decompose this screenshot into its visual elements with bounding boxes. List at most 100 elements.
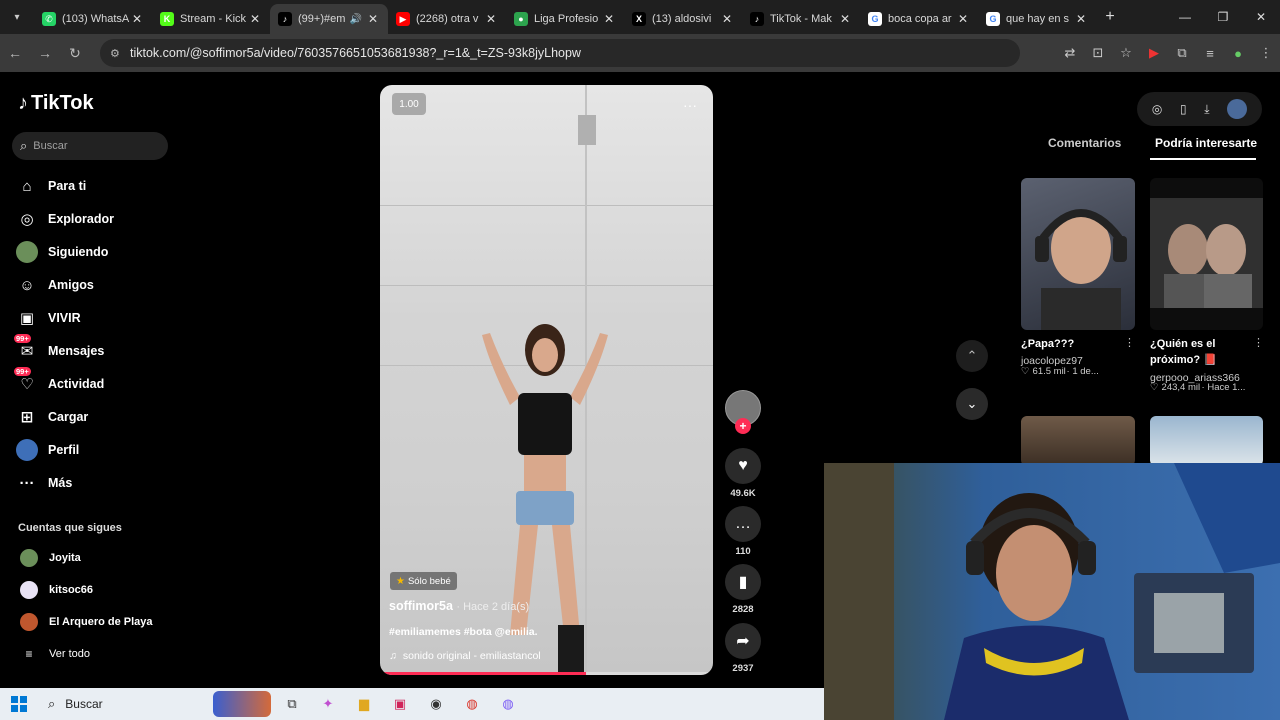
back-arrow-icon[interactable]: ← [0, 45, 30, 61]
tiktok-logo[interactable]: ♪ TikTok [18, 92, 94, 115]
chrome-profile-icon[interactable]: ◍ [490, 688, 526, 720]
close-tab-icon[interactable]: ✕ [248, 12, 262, 26]
followed-account[interactable]: kitsoc66 [20, 579, 93, 601]
recommendation-thumbnail[interactable] [1021, 416, 1135, 466]
new-tab-button[interactable]: + [1096, 8, 1124, 26]
file-explorer-icon[interactable]: ▆ [346, 688, 382, 720]
tab-search-icon[interactable]: ≡ [1196, 46, 1224, 61]
close-tab-icon[interactable]: ✕ [1074, 12, 1088, 26]
more-options-icon[interactable]: ··· [683, 97, 697, 113]
taskbar-search[interactable]: ⌕ Buscar [38, 688, 210, 720]
close-tab-icon[interactable]: ✕ [130, 12, 144, 26]
browser-tab[interactable]: K Stream - Kick ✕ [152, 4, 270, 34]
tab-recommended[interactable]: Podría interesarte [1155, 136, 1257, 150]
video-tag-pill[interactable]: ★ Sólo bebé [390, 572, 457, 590]
close-tab-icon[interactable]: ✕ [602, 12, 616, 26]
video-author[interactable]: soffimor5a · Hace 2 día(s) [389, 599, 529, 613]
recommendation-thumbnail[interactable] [1150, 416, 1263, 466]
like-button[interactable]: ♥ 49.6K [722, 448, 764, 499]
nav-item-vivir[interactable]: ▣ VIVIR [16, 305, 81, 331]
browser-tab[interactable]: ● Liga Profesio ✕ [506, 4, 624, 34]
widgets-icon[interactable] [210, 688, 274, 720]
followed-account[interactable]: Joyita [20, 547, 81, 569]
translate-icon[interactable]: ⇄ [1056, 45, 1084, 61]
close-tab-icon[interactable]: ✕ [956, 12, 970, 26]
user-avatar[interactable] [1227, 99, 1248, 119]
download-icon[interactable]: ⤓ [1204, 102, 1209, 117]
recorder-icon[interactable]: ◉ [418, 688, 454, 720]
close-tab-icon[interactable]: ✕ [366, 12, 380, 26]
recommendation-more-icon[interactable]: ⋮ [1253, 336, 1264, 349]
recommendation-thumbnail[interactable] [1150, 178, 1263, 330]
see-all-link[interactable]: ≡ Ver todo [20, 643, 90, 665]
browser-tab[interactable]: Gboca copa ar ✕ [860, 4, 978, 34]
recommendation-title[interactable]: ¿Quién es el próximo? 📕 [1150, 336, 1250, 368]
follow-plus-icon[interactable]: + [735, 418, 751, 434]
share-button[interactable]: ➦ 2937 [722, 623, 764, 674]
search-box[interactable]: ⌕ [12, 132, 168, 160]
nav-item-para-ti[interactable]: ⌂ Para ti [16, 173, 86, 199]
recommendation-more-icon[interactable]: ⋮ [1124, 336, 1135, 349]
profile-avatar-icon[interactable]: ● [1224, 46, 1252, 61]
nav-item-cargar[interactable]: ⊞ Cargar [16, 404, 89, 430]
share-arrow-icon[interactable]: ➦ [725, 623, 761, 659]
nav-item-más[interactable]: ··· Más [16, 470, 73, 496]
forward-arrow-icon[interactable]: → [30, 45, 60, 61]
comment-button[interactable]: … 110 [722, 506, 764, 557]
task-view-icon[interactable]: ⧉ [274, 688, 310, 720]
next-video-button[interactable]: ⌄ [956, 388, 988, 420]
extensions-puzzle-icon[interactable]: ⧉ [1168, 45, 1196, 61]
compass-icon[interactable]: ◎ [1152, 102, 1162, 116]
close-window-button[interactable]: ✕ [1242, 0, 1280, 34]
store-icon[interactable]: ▣ [382, 688, 418, 720]
browser-tab[interactable]: Gque hay en s ✕ [978, 4, 1096, 34]
save-button[interactable]: ▮ 2828 [722, 564, 764, 615]
address-bar[interactable]: ⚙ tiktok.com/@soffimor5a/video/760357665… [100, 39, 1020, 67]
browser-tab[interactable]: ♪ (99+)#em 🔊 ✕ [270, 4, 388, 34]
previous-video-button[interactable]: ⌃ [956, 340, 988, 372]
search-icon[interactable]: ⌕ [20, 138, 27, 154]
tab-search-chevron-icon[interactable]: ▾ [0, 0, 34, 34]
heart-icon[interactable]: ♥ [725, 448, 761, 484]
webcam-feed-image [824, 463, 1280, 720]
video-description[interactable]: #emiliamemes #bota @emilia. [389, 626, 538, 638]
search-input[interactable] [33, 140, 144, 152]
close-tab-icon[interactable]: ✕ [838, 12, 852, 26]
copilot-icon[interactable]: ✦ [310, 688, 346, 720]
video-progress-bar[interactable] [380, 672, 713, 675]
tiktok-icon: ♪ [750, 12, 764, 26]
video-sound[interactable]: ♫ sonido original - emiliastancol [389, 650, 541, 662]
bookmark-icon[interactable]: ▮ [725, 564, 761, 600]
comment-icon[interactable]: … [725, 506, 761, 542]
tab-comments[interactable]: Comentarios [1048, 136, 1121, 150]
maximize-button[interactable]: ❐ [1204, 0, 1242, 34]
nav-item-actividad[interactable]: ♡ 99+ Actividad [14, 367, 104, 397]
browser-menu-icon[interactable]: ⋮ [1252, 45, 1280, 61]
nav-item-explorador[interactable]: ◎ Explorador [16, 206, 114, 232]
browser-tab[interactable]: X (13) aldosivi ✕ [624, 4, 742, 34]
nav-item-perfil[interactable]: Perfil [16, 437, 79, 463]
video-player[interactable]: 1.00 ··· ★ Sólo bebé soffimor5a · Hace 2… [380, 85, 713, 675]
browser-tab[interactable]: ▶ (2268) otra v ✕ [388, 4, 506, 34]
bookmark-star-icon[interactable]: ☆ [1112, 45, 1140, 61]
close-tab-icon[interactable]: ✕ [484, 12, 498, 26]
speaker-icon[interactable]: 🔊 [350, 14, 362, 25]
recommendation-thumbnail[interactable] [1021, 178, 1135, 330]
reload-icon[interactable]: ↻ [60, 45, 90, 62]
nav-item-amigos[interactable]: ☺ Amigos [16, 272, 94, 298]
recommendation-title[interactable]: ¿Papa??? [1021, 336, 1131, 352]
phone-icon[interactable]: ▯ [1180, 102, 1187, 116]
followed-account[interactable]: El Arquero de Playa [20, 611, 153, 633]
extension-red-icon[interactable]: ▶ [1140, 45, 1168, 61]
close-tab-icon[interactable]: ✕ [720, 12, 734, 26]
volume-button[interactable]: 1.00 [392, 93, 426, 115]
nav-item-siguiendo[interactable]: Siguiendo [16, 239, 108, 265]
browser-tab[interactable]: ♪ TikTok - Mak ✕ [742, 4, 860, 34]
install-app-icon[interactable]: ⊡ [1084, 45, 1112, 61]
chrome-icon[interactable]: ◍ [454, 688, 490, 720]
minimize-button[interactable]: — [1166, 0, 1204, 34]
start-button[interactable] [0, 688, 38, 720]
site-info-icon[interactable]: ⚙ [110, 47, 130, 60]
browser-tab[interactable]: ✆ (103) WhatsA ✕ [34, 4, 152, 34]
nav-item-mensajes[interactable]: ✉ 99+ Mensajes [14, 334, 104, 364]
